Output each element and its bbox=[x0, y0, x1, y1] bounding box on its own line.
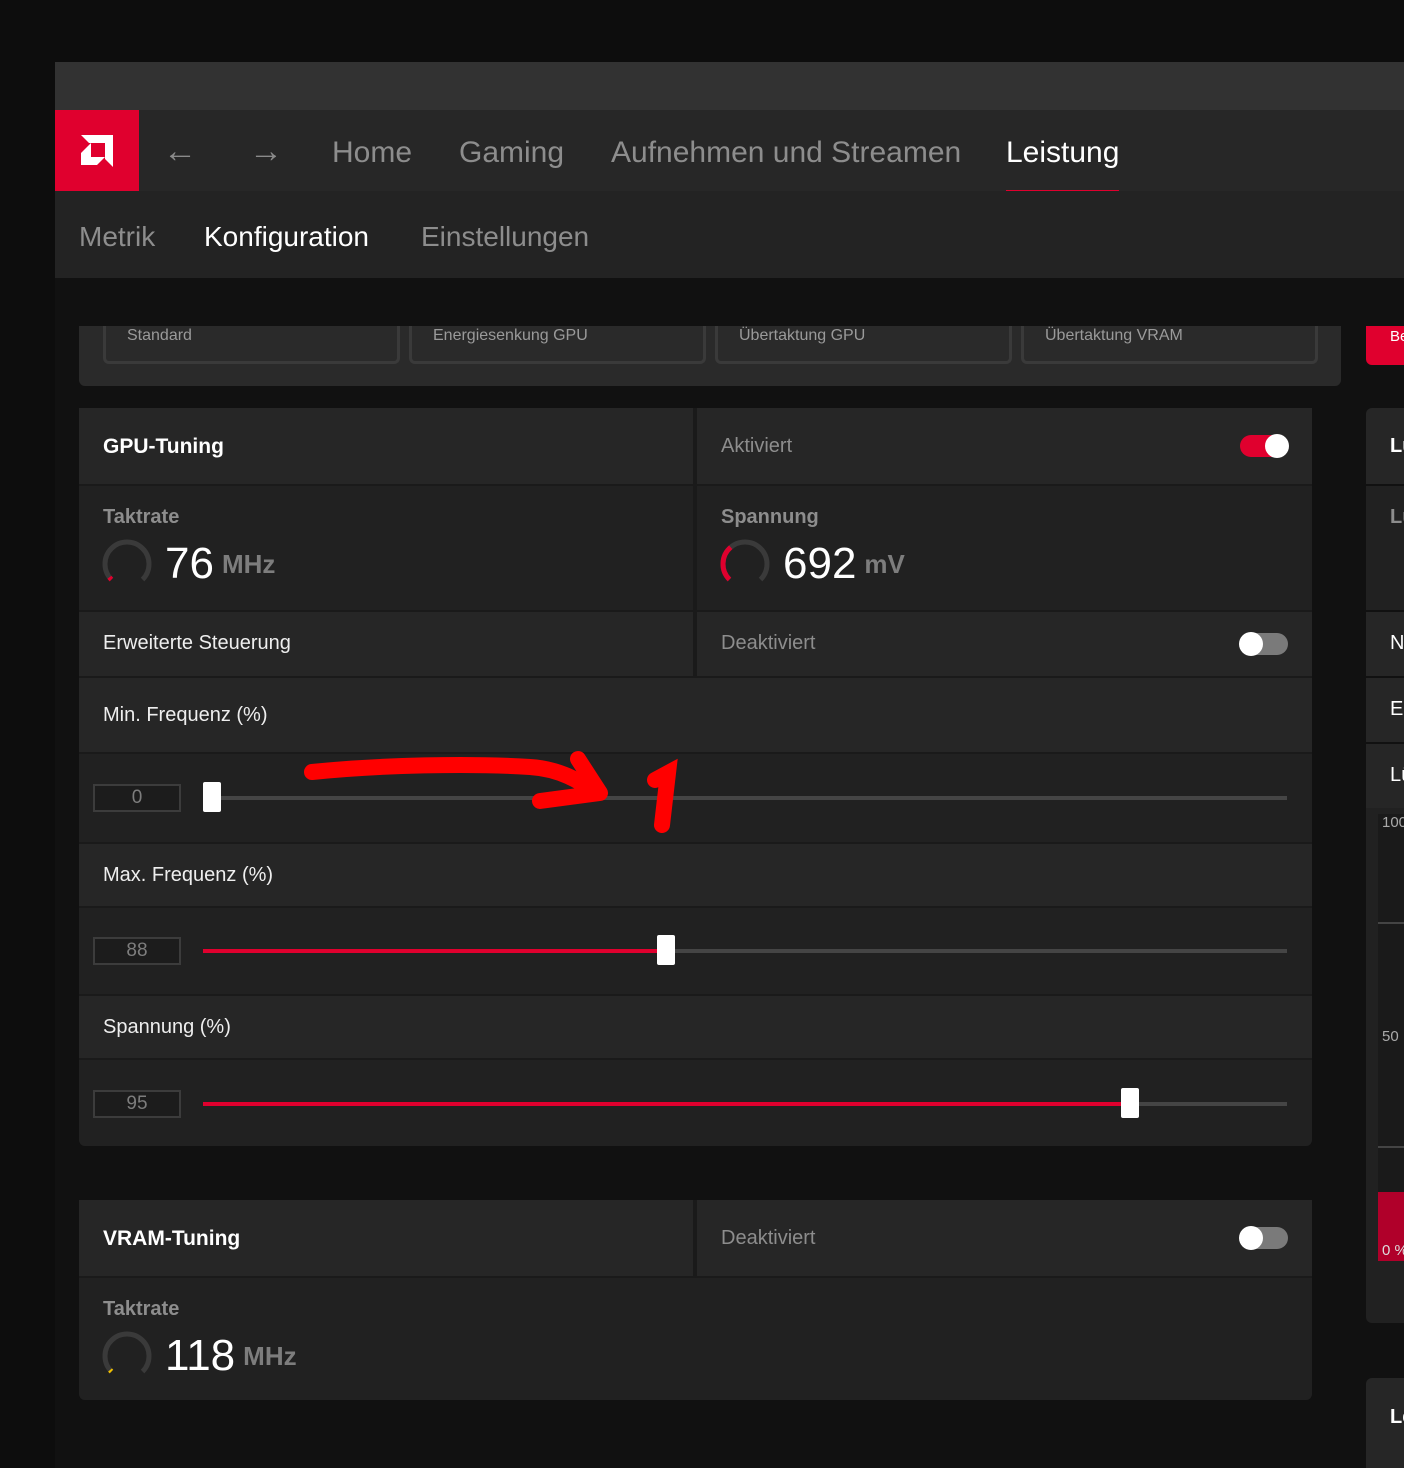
right-fan-chart: 100 50 0 % bbox=[1366, 808, 1404, 1323]
tab-metrik-label: Metrik bbox=[79, 221, 156, 252]
vram-clock-unit: MHz bbox=[243, 1340, 297, 1371]
voltage-pct-label: Spannung (%) bbox=[103, 1016, 231, 1038]
right-panel-fan: Lü bbox=[1366, 486, 1404, 610]
gauge-track bbox=[102, 539, 152, 582]
right-panel-row[interactable]: N bbox=[1366, 612, 1404, 676]
voltage-label: Spannung bbox=[721, 506, 819, 528]
gpu-tuning-state: Aktiviert bbox=[721, 435, 793, 457]
annotation-arrow-icon bbox=[304, 751, 678, 833]
nav-gaming-label: Gaming bbox=[459, 136, 565, 169]
advanced-state: Deaktiviert bbox=[721, 632, 816, 654]
slider-thumb[interactable] bbox=[656, 935, 675, 965]
max-freq-slider[interactable] bbox=[203, 935, 1287, 965]
nav-performance[interactable]: Leistung bbox=[1006, 136, 1120, 196]
voltage-pct-slider-row: 95 bbox=[79, 1060, 1312, 1146]
vram-toggle-cell: Deaktiviert bbox=[697, 1200, 1312, 1276]
nav-home-label: Home bbox=[332, 136, 413, 169]
nav-performance-label: Leistung bbox=[1006, 136, 1120, 169]
nav-gaming[interactable]: Gaming bbox=[459, 136, 564, 170]
nav-record-stream-label: Aufnehmen und Streamen bbox=[611, 136, 962, 169]
sub-nav: Metrik Konfiguration Einstellungen bbox=[55, 191, 1404, 285]
forward-arrow-icon[interactable]: → bbox=[249, 132, 283, 171]
slider-fill bbox=[203, 1102, 1130, 1106]
voltage-value: 692 bbox=[783, 539, 857, 588]
preset-standard[interactable]: Standard bbox=[103, 326, 400, 364]
clock-value: 76 bbox=[165, 539, 214, 588]
vram-tuning-header: VRAM-Tuning bbox=[79, 1200, 693, 1276]
vram-clock-label: Taktrate bbox=[103, 1298, 180, 1320]
advanced-control-cell: Erweiterte Steuerung bbox=[79, 612, 693, 676]
gauge-fill bbox=[107, 575, 114, 582]
clock-unit: MHz bbox=[221, 548, 276, 579]
chart-tick: 0 % bbox=[1382, 1242, 1404, 1259]
tab-einstellungen[interactable]: Einstellungen bbox=[421, 221, 589, 253]
preset-bar: Standard Energiesenkung GPU Übertaktung … bbox=[79, 326, 1341, 386]
amd-logo-icon bbox=[81, 134, 113, 167]
min-freq-label: Min. Frequenz (%) bbox=[103, 704, 268, 726]
vram-tuning-panel: VRAM-Tuning Deaktiviert Taktrate 118 MHz bbox=[79, 1200, 1312, 1400]
advanced-toggle-cell: Deaktiviert bbox=[697, 612, 1312, 676]
slider-thumb[interactable] bbox=[202, 782, 221, 812]
vram-clock-cell: Taktrate 118 MHz bbox=[79, 1278, 1312, 1400]
gauge-track bbox=[102, 1331, 152, 1374]
right-fan-label: Lü bbox=[1390, 506, 1404, 528]
chart-tick: 100 bbox=[1382, 814, 1404, 831]
voltage-pct-label-row: Spannung (%) bbox=[79, 996, 1312, 1058]
voltage-pct-input[interactable]: 95 bbox=[93, 1090, 181, 1118]
nav-home[interactable]: Home bbox=[332, 136, 412, 170]
gpu-tuning-toggle-cell: Aktiviert bbox=[697, 408, 1312, 484]
top-nav: ← → Home Gaming Aufnehmen und Streamen L… bbox=[55, 110, 1404, 196]
advanced-control-label: Erweiterte Steuerung bbox=[103, 632, 291, 654]
back-arrow-icon[interactable]: ← bbox=[163, 132, 197, 171]
advanced-toggle[interactable] bbox=[1239, 632, 1288, 656]
gauge-fill bbox=[108, 1368, 114, 1374]
right-panel-row[interactable]: Er bbox=[1366, 678, 1404, 742]
tab-metrik[interactable]: Metrik bbox=[79, 221, 155, 253]
vram-tuning-title: VRAM-Tuning bbox=[103, 1227, 241, 1250]
min-freq-label-row: Min. Frequenz (%) bbox=[79, 678, 1312, 752]
preset-overclock-vram[interactable]: Übertaktung VRAM bbox=[1021, 326, 1318, 364]
max-freq-slider-row: 88 bbox=[79, 908, 1312, 994]
voltage-cell: Spannung 692 mV bbox=[697, 486, 1312, 610]
clock-label: Taktrate bbox=[103, 506, 180, 528]
nav-record-stream[interactable]: Aufnehmen und Streamen bbox=[611, 136, 961, 170]
right-panel-row[interactable]: Lü bbox=[1366, 744, 1404, 808]
vram-tuning-toggle[interactable] bbox=[1239, 1226, 1288, 1250]
preset-power-save-gpu[interactable]: Energiesenkung GPU bbox=[409, 326, 706, 364]
voltage-gauge-icon bbox=[720, 539, 770, 582]
min-freq-slider-row: 0 bbox=[79, 754, 1312, 842]
gauge-fill bbox=[720, 545, 733, 582]
tab-konfiguration[interactable]: Konfiguration bbox=[204, 221, 370, 285]
amd-logo[interactable] bbox=[55, 110, 139, 191]
max-freq-input[interactable]: 88 bbox=[93, 937, 181, 965]
right-panel-footer: Le bbox=[1366, 1378, 1404, 1468]
gpu-tuning-header: GPU-Tuning bbox=[79, 408, 693, 484]
gpu-tuning-toggle[interactable] bbox=[1240, 434, 1289, 458]
clock-cell: Taktrate 76 MHz bbox=[79, 486, 693, 610]
preset-overclock-gpu[interactable]: Übertaktung GPU bbox=[715, 326, 1012, 364]
tab-konfiguration-label: Konfiguration bbox=[204, 221, 370, 252]
max-freq-label: Max. Frequenz (%) bbox=[103, 864, 274, 886]
title-bar bbox=[55, 62, 1404, 110]
preset-active[interactable]: Be bbox=[1366, 326, 1404, 365]
min-freq-input[interactable]: 0 bbox=[93, 784, 181, 812]
max-freq-label-row: Max. Frequenz (%) bbox=[79, 844, 1312, 906]
vram-tuning-state: Deaktiviert bbox=[721, 1227, 816, 1249]
gpu-tuning-panel: GPU-Tuning Aktiviert Taktrate 76 MHz Span… bbox=[79, 408, 1312, 1146]
vram-clock-value: 118 bbox=[165, 1331, 236, 1380]
slider-fill bbox=[203, 949, 666, 953]
voltage-unit: mV bbox=[864, 548, 905, 579]
right-panel-header: Lü bbox=[1366, 408, 1404, 484]
voltage-pct-slider[interactable] bbox=[203, 1088, 1287, 1118]
slider-thumb[interactable] bbox=[1120, 1088, 1139, 1118]
tab-einstellungen-label: Einstellungen bbox=[421, 221, 590, 252]
vram-clock-gauge-icon bbox=[102, 1331, 152, 1374]
chart-tick: 50 bbox=[1382, 1028, 1399, 1045]
clock-gauge-icon bbox=[102, 539, 152, 582]
gpu-tuning-title: GPU-Tuning bbox=[103, 435, 224, 458]
